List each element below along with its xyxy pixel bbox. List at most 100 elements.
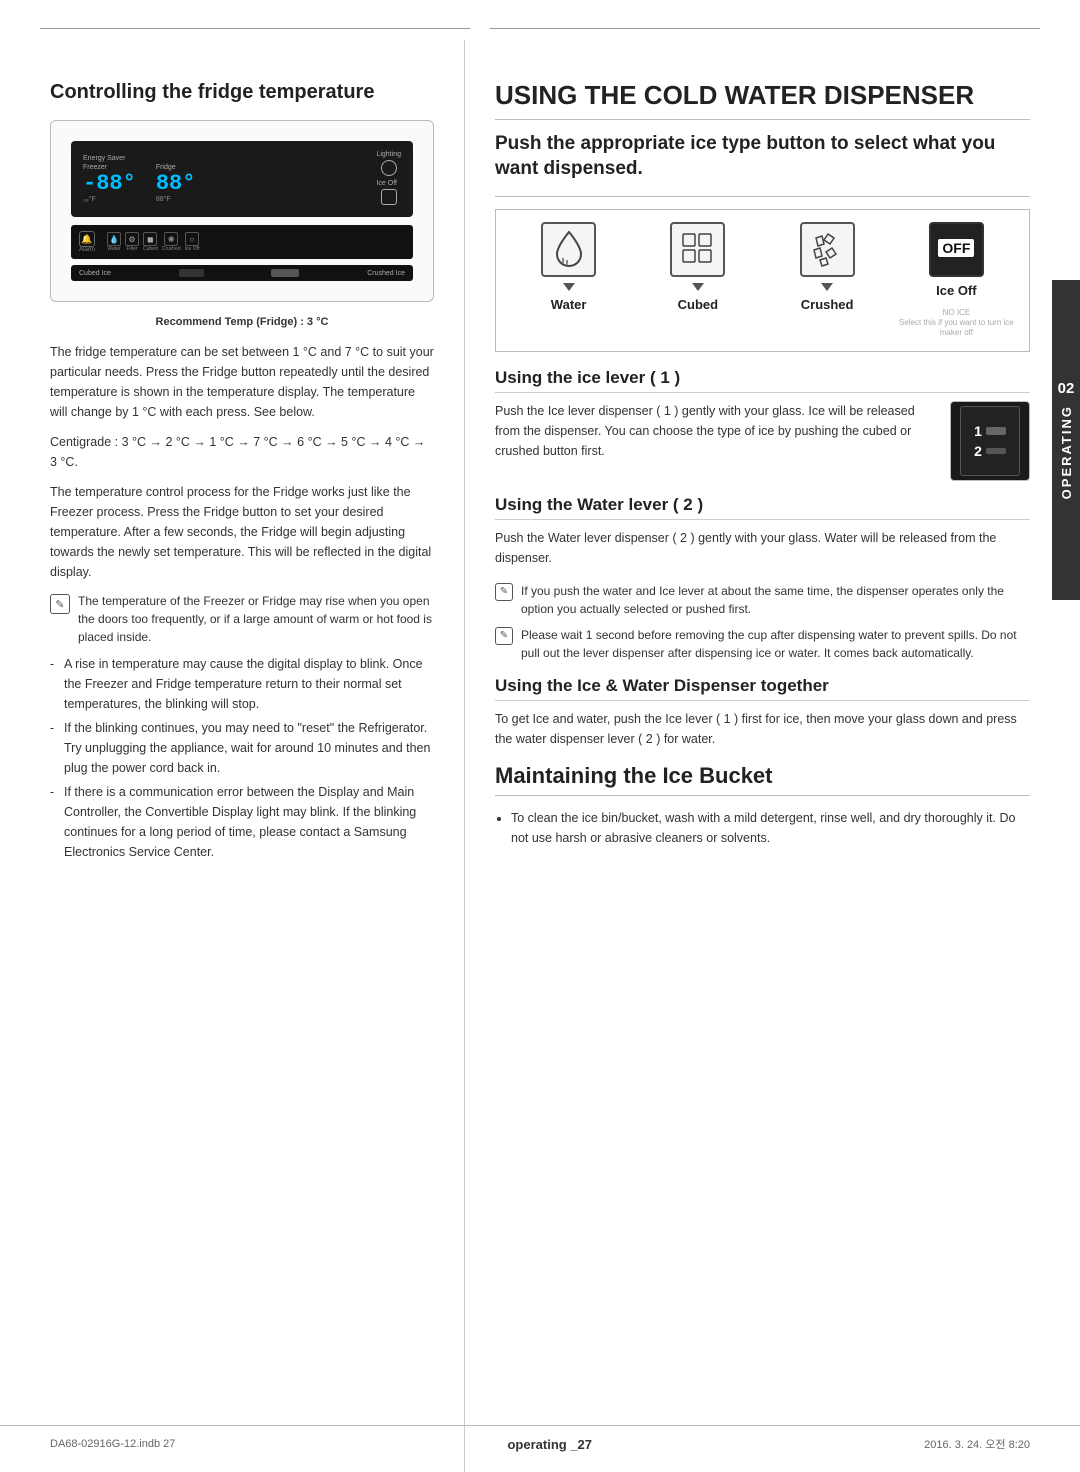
- lever-num-2: 2: [974, 443, 982, 459]
- side-tab-label: OPERATING: [1059, 405, 1074, 499]
- cubed-ice-label: Cubed Ice: [79, 270, 111, 277]
- together-text: To get Ice and water, push the Ice lever…: [495, 709, 1030, 749]
- crushed-icon: [800, 222, 855, 277]
- fridge-lever-diagram: 1 2: [960, 406, 1020, 476]
- fridge-icon-row: 🔔 Alarm 💧 Water ⚙ Filter ◼: [71, 225, 413, 259]
- note-text-1: The temperature of the Freezer or Fridge…: [78, 592, 434, 646]
- cubed-arrow: [692, 283, 704, 291]
- water-arrow: [563, 283, 575, 291]
- body-para-1: The fridge temperature can be set betwee…: [50, 342, 434, 422]
- lever-num-1: 1: [974, 423, 982, 439]
- lever-num-row2: 2: [974, 443, 1006, 459]
- top-border-left: [40, 28, 470, 29]
- fridge-image-box: Energy Saver Freezer -88° ₃₈°F Fridge 88…: [50, 120, 434, 302]
- fridge-display-left: Energy Saver Freezer -88° ₃₈°F Fridge 88…: [83, 155, 195, 203]
- note-text-sm-1: If you push the water and Ice lever at a…: [521, 582, 1030, 618]
- note-row-2: ✎ Please wait 1 second before removing t…: [495, 626, 1030, 662]
- bullet-list: A rise in temperature may cause the digi…: [50, 654, 434, 862]
- side-tab: 02 OPERATING: [1052, 280, 1080, 600]
- fridge-temp: 88°: [156, 171, 196, 196]
- crushed-label: Crushed: [801, 297, 854, 312]
- ice-off-label-diag: Ice Off: [376, 180, 401, 187]
- no-ice-note: Select this if you want to turn ice make…: [899, 318, 1014, 337]
- lever2-text: Push the Water lever dispenser ( 2 ) gen…: [495, 528, 1030, 568]
- ice-types-row: Water Cubed: [495, 209, 1030, 352]
- bullet-item-3: If there is a communication error betwee…: [50, 782, 434, 862]
- crushed-diag-label: Crushed: [162, 246, 181, 252]
- off-text: OFF: [938, 239, 974, 257]
- cubed-label: Cubed: [678, 297, 718, 312]
- lighting-icon: [381, 160, 397, 176]
- cubed-diag-label: Cubed: [143, 246, 158, 252]
- water-lever-section: Using the Water lever ( 2 ) Push the Wat…: [495, 495, 1030, 568]
- footer: DA68-02916G-12.indb 27 operating _27 201…: [0, 1425, 1080, 1452]
- columns-container: Controlling the fridge temperature Energ…: [0, 40, 1080, 1472]
- note-box-1: ✎ The temperature of the Freezer or Frid…: [50, 592, 434, 646]
- lever-bar-1: [986, 427, 1006, 435]
- main-divider: [495, 119, 1030, 120]
- energy-saver-label: Energy Saver: [83, 155, 195, 162]
- right-column: USING THE COLD WATER DISPENSER Push the …: [465, 40, 1080, 1472]
- left-column: Controlling the fridge temperature Energ…: [0, 40, 465, 1472]
- note-icon-1: ✎: [50, 594, 70, 614]
- fridge-display-right: Lighting Ice Off: [376, 151, 401, 207]
- cubed-diag-icon: ◼: [143, 232, 157, 246]
- ice-off-icon-diag: [381, 189, 397, 205]
- body-para-3: The temperature control process for the …: [50, 482, 434, 582]
- crushed-arrow: [821, 283, 833, 291]
- maintaining-section: Maintaining the Ice Bucket To clean the …: [495, 763, 1030, 848]
- side-tab-number: 02: [1058, 380, 1075, 397]
- lever2-title: Using the Water lever ( 2 ): [495, 495, 1030, 515]
- left-section-title: Controlling the fridge temperature: [50, 80, 434, 104]
- cubed-icon: [670, 222, 725, 277]
- note-row-1: ✎ If you push the water and Ice lever at…: [495, 582, 1030, 618]
- lever-num-row1: 1: [974, 423, 1006, 439]
- iceoff-diag-label: Ice Off: [185, 246, 200, 252]
- top-border-right: [490, 28, 1040, 29]
- footer-right: 2016. 3. 24. 오전 8:20: [924, 1436, 1030, 1452]
- footer-page: operating _27: [507, 1437, 592, 1452]
- no-ice-label: NO ICESelect this if you want to turn ic…: [892, 308, 1021, 339]
- ice-type-iceoff: OFF Ice Off NO ICESelect this if you wan…: [892, 222, 1021, 339]
- together-section: Using the Ice & Water Dispenser together…: [495, 676, 1030, 749]
- maintaining-bullet-1: To clean the ice bin/bucket, wash with a…: [511, 808, 1030, 848]
- maintaining-list: To clean the ice bin/bucket, wash with a…: [495, 808, 1030, 848]
- maintaining-title: Maintaining the Ice Bucket: [495, 763, 1030, 789]
- cubed-icon-item: ◼ Cubed: [143, 232, 158, 252]
- sub-divider: [495, 196, 1030, 197]
- ice-off-label: Ice Off: [936, 283, 976, 298]
- freezer-temp: -88°: [83, 171, 136, 196]
- alarm-icon-item: 🔔 Alarm: [79, 231, 95, 253]
- alarm-label: Alarm: [79, 247, 95, 253]
- crushed-icon-item: ❋ Crushed: [162, 232, 181, 252]
- freezer-unit: ₃₈°F: [83, 196, 136, 203]
- fridge-display: Energy Saver Freezer -88° ₃₈°F Fridge 88…: [71, 141, 413, 217]
- fridge-toggle: [179, 269, 204, 277]
- right-main-title: USING THE COLD WATER DISPENSER: [495, 80, 1030, 111]
- fridge-unit: 88°F: [156, 196, 196, 203]
- filter-label: Filter: [126, 246, 137, 252]
- ice-off-badge: OFF: [929, 222, 984, 277]
- body-para-2: Centigrade : 3 °C → 2 °C → 1 °C → 7 °C →…: [50, 432, 434, 472]
- ice-type-cubed: Cubed: [633, 222, 762, 312]
- filter-icon: ⚙: [125, 232, 139, 246]
- footer-left: DA68-02916G-12.indb 27: [50, 1438, 175, 1450]
- ice-type-water: Water: [504, 222, 633, 312]
- mode-icons: 💧 Water ⚙ Filter ◼ Cubed ❋: [107, 232, 199, 252]
- together-title: Using the Ice & Water Dispenser together: [495, 676, 1030, 696]
- note-icon-sm-1: ✎: [495, 583, 513, 601]
- together-divider: [495, 700, 1030, 701]
- lever1-image: 1 2: [950, 401, 1030, 481]
- fridge-bottom: Cubed Ice Crushed Ice: [71, 265, 413, 281]
- alarm-icon: 🔔: [79, 231, 95, 247]
- fridge-toggle2: [271, 269, 299, 277]
- ice-lever-section: Using the ice lever ( 1 ) Push the Ice l…: [495, 368, 1030, 481]
- maintaining-divider: [495, 795, 1030, 796]
- lever1-title: Using the ice lever ( 1 ): [495, 368, 1030, 388]
- temp-block-right: Fridge 88° 88°F: [156, 164, 196, 203]
- water-icon: [541, 222, 596, 277]
- temp-block-left: Freezer -88° ₃₈°F: [83, 164, 136, 203]
- freezer-label: Freezer: [83, 164, 136, 171]
- water-mode-label: Water: [107, 246, 120, 252]
- lever1-divider: [495, 392, 1030, 393]
